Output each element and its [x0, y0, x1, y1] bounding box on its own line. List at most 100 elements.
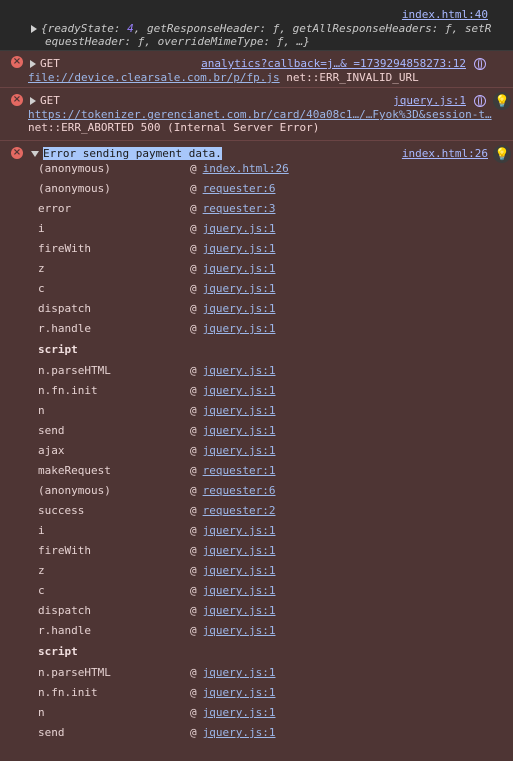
- stack-frame: n.fn.init @ jquery.js:1: [38, 381, 513, 401]
- at-symbol: @: [190, 706, 197, 719]
- stack-frame-source-link[interactable]: jquery.js:1: [203, 282, 276, 295]
- stack-frame: n @ jquery.js:1: [38, 703, 513, 723]
- object-text: , getResponseHeader: ƒ, getAllResponseHe…: [133, 22, 492, 35]
- stack-frame-function: r.handle: [38, 322, 91, 335]
- stack-frame-source-link[interactable]: requester:1: [203, 464, 276, 477]
- stack-section-label: script: [38, 645, 78, 658]
- stack-frame-source-link[interactable]: jquery.js:1: [203, 404, 276, 417]
- source-link[interactable]: jquery.js:1: [393, 94, 466, 107]
- object-preview[interactable]: {readyState: 4, getResponseHeader: ƒ, ge…: [31, 22, 491, 35]
- stack-frame-source-link[interactable]: jquery.js:1: [203, 706, 276, 719]
- stack-frame-source-link[interactable]: jquery.js:1: [203, 242, 276, 255]
- stack-frame-source-link[interactable]: requester:6: [203, 484, 276, 497]
- stack-frame: n.parseHTML @ jquery.js:1: [38, 361, 513, 381]
- stack-frame-source-link[interactable]: jquery.js:1: [203, 322, 276, 335]
- stack-frame-function: n.fn.init: [38, 686, 98, 699]
- stack-frame-function: dispatch: [38, 604, 91, 617]
- at-symbol: @: [190, 686, 197, 699]
- expand-triangle-icon[interactable]: [30, 97, 36, 105]
- stack-frame-function: n.fn.init: [38, 384, 98, 397]
- stack-frame-function: i: [38, 222, 45, 235]
- stack-frame: n @ jquery.js:1: [38, 401, 513, 421]
- stack-frame-function: r.handle: [38, 624, 91, 637]
- stack-frame-function: fireWith: [38, 544, 91, 557]
- at-symbol: @: [190, 604, 197, 617]
- stack-frame-source-link[interactable]: jquery.js:1: [203, 222, 276, 235]
- stack-frame: z @ jquery.js:1: [38, 259, 513, 279]
- stack-frame: i @ jquery.js:1: [38, 521, 513, 541]
- object-number: 4: [127, 22, 134, 35]
- stack-frame-source-link[interactable]: jquery.js:1: [203, 584, 276, 597]
- at-symbol: @: [190, 404, 197, 417]
- stack-frame-source-link[interactable]: jquery.js:1: [203, 444, 276, 457]
- stack-frame-source-link[interactable]: jquery.js:1: [203, 604, 276, 617]
- console-error-entry: × GET analytics?callback=j…& =1739294858…: [0, 51, 513, 88]
- request-url[interactable]: file://device.clearsale.com.br/p/fp.js: [28, 71, 280, 84]
- stack-frame-function: n: [38, 706, 45, 719]
- network-globe-icon[interactable]: [474, 95, 486, 107]
- at-symbol: @: [190, 242, 197, 255]
- stack-frame-source-link[interactable]: jquery.js:1: [203, 726, 276, 739]
- stack-frame-source-link[interactable]: jquery.js:1: [203, 424, 276, 437]
- stack-frame-source-link[interactable]: requester:3: [203, 202, 276, 215]
- at-symbol: @: [190, 182, 197, 195]
- source-link[interactable]: index.html:40: [402, 8, 488, 21]
- stack-frame-source-link[interactable]: jquery.js:1: [203, 524, 276, 537]
- stack-frame-function: fireWith: [38, 242, 91, 255]
- stack-frame: c @ jquery.js:1: [38, 279, 513, 299]
- stack-frame-function: send: [38, 726, 65, 739]
- stack-frame-function: (anonymous): [38, 484, 111, 497]
- stack-frame: (anonymous) @ requester:6: [38, 481, 513, 501]
- stack-frame: ajax @ jquery.js:1: [38, 441, 513, 461]
- expand-triangle-icon[interactable]: [30, 60, 36, 68]
- stack-frame-source-link[interactable]: jquery.js:1: [203, 544, 276, 557]
- at-symbol: @: [190, 504, 197, 517]
- collapse-triangle-icon[interactable]: [31, 151, 39, 157]
- stack-frame-source-link[interactable]: jquery.js:1: [203, 302, 276, 315]
- at-symbol: @: [190, 564, 197, 577]
- stack-frame-function: z: [38, 262, 45, 275]
- at-symbol: @: [190, 624, 197, 637]
- stack-frame-source-link[interactable]: jquery.js:1: [203, 666, 276, 679]
- stack-frame-source-link[interactable]: jquery.js:1: [203, 686, 276, 699]
- request-method: GET: [40, 94, 60, 107]
- stack-frame-source-link[interactable]: jquery.js:1: [203, 564, 276, 577]
- error-circle-icon: ×: [11, 56, 23, 68]
- stack-frame-source-link[interactable]: jquery.js:1: [203, 364, 276, 377]
- stack-frame-source-link[interactable]: index.html:26: [203, 162, 289, 175]
- stack-frame: n.fn.init @ jquery.js:1: [38, 683, 513, 703]
- request-url[interactable]: https://tokenizer.gerencianet.com.br/car…: [28, 108, 492, 121]
- stack-frame-source-link[interactable]: jquery.js:1: [203, 262, 276, 275]
- at-symbol: @: [190, 262, 197, 275]
- console-error-entry: × GET jquery.js:1 💡 https://tokenizer.ge…: [0, 88, 513, 141]
- at-symbol: @: [190, 202, 197, 215]
- stack-frame-function: n: [38, 404, 45, 417]
- stack-frame: c @ jquery.js:1: [38, 581, 513, 601]
- stack-frame-function: n.parseHTML: [38, 364, 111, 377]
- source-link[interactable]: analytics?callback=j…& =1739294858273:12: [201, 57, 466, 70]
- stack-frame-source-link[interactable]: requester:6: [203, 182, 276, 195]
- stack-frame: r.handle @ jquery.js:1: [38, 319, 513, 339]
- expand-triangle-icon[interactable]: [31, 25, 37, 33]
- stack-frame-source-link[interactable]: jquery.js:1: [203, 384, 276, 397]
- at-symbol: @: [190, 444, 197, 457]
- stack-frame: send @ jquery.js:1: [38, 421, 513, 441]
- error-message: net::ERR_INVALID_URL: [279, 71, 419, 84]
- stack-frame-function: makeRequest: [38, 464, 111, 477]
- console-error-entry: × Error sending payment data. index.html…: [0, 141, 513, 761]
- error-circle-icon: ×: [11, 94, 23, 106]
- stack-frame: dispatch @ jquery.js:1: [38, 299, 513, 319]
- lightbulb-insights-icon[interactable]: 💡: [493, 92, 511, 110]
- stack-frame: fireWith @ jquery.js:1: [38, 541, 513, 561]
- stack-frame: fireWith @ jquery.js:1: [38, 239, 513, 259]
- at-symbol: @: [190, 424, 197, 437]
- stack-frame-source-link[interactable]: jquery.js:1: [203, 624, 276, 637]
- object-preview-cont: equestHeader: ƒ, overrideMimeType: ƒ, …}: [45, 35, 310, 48]
- stack-frame: i @ jquery.js:1: [38, 219, 513, 239]
- network-globe-icon[interactable]: [474, 58, 486, 70]
- stack-frame-function: error: [38, 202, 72, 215]
- stack-frame-source-link[interactable]: requester:2: [203, 504, 276, 517]
- stack-frame-function: (anonymous): [38, 182, 111, 195]
- stack-frame: z @ jquery.js:1: [38, 561, 513, 581]
- at-symbol: @: [190, 282, 197, 295]
